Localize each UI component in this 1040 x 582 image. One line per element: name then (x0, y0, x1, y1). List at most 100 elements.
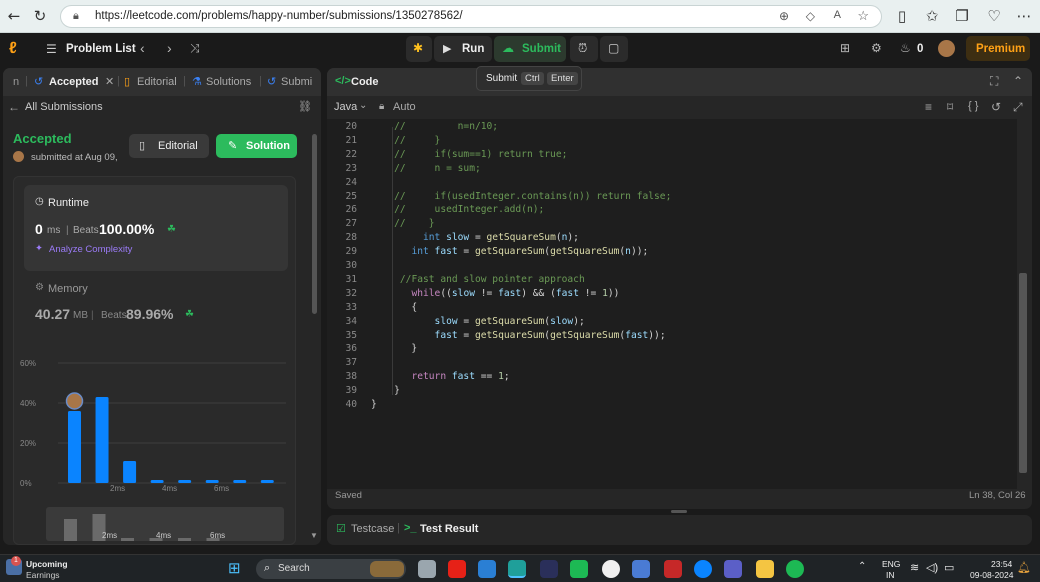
widget-title[interactable]: Upcoming (26, 559, 68, 569)
leetcode-logo-icon[interactable]: ℓ (9, 40, 25, 58)
runtime-bar[interactable] (205, 480, 219, 483)
zoom-icon[interactable]: ⊕ (779, 9, 789, 23)
streak-fire-icon[interactable]: ♨ (900, 41, 911, 55)
clock-icon: ◷ (35, 196, 44, 207)
vscode-icon[interactable] (478, 560, 496, 578)
next-problem-icon[interactable]: › (167, 40, 172, 56)
notification-bell-icon[interactable]: 🔔︎ (1017, 561, 1031, 574)
language-select[interactable]: Java (334, 101, 357, 113)
tab-accepted[interactable]: Accepted (49, 76, 99, 88)
language-indicator[interactable]: ENG (882, 559, 900, 569)
layout-icon[interactable]: ⊞ (840, 41, 850, 55)
editorial-button[interactable]: ▯ Editorial (129, 134, 209, 158)
tab-testcase[interactable]: Testcase (351, 523, 394, 535)
youtube-icon[interactable] (448, 560, 466, 578)
browser-essentials-icon[interactable]: ♡ (984, 6, 1004, 26)
favorite-star-icon[interactable]: ☆ (857, 8, 869, 24)
volume-icon[interactable]: ◁) (926, 561, 938, 574)
runtime-bar[interactable] (233, 480, 247, 483)
teams-icon[interactable] (724, 560, 742, 578)
prev-problem-icon[interactable]: ‹ (140, 40, 145, 56)
settings-gear-icon[interactable]: ⚙ (871, 41, 882, 55)
clock-time[interactable]: 23:54 (991, 559, 1012, 569)
scroll-down-icon[interactable]: ▼ (310, 531, 318, 540)
intellij-icon[interactable] (540, 560, 558, 578)
back-arrow-icon[interactable]: ← (8, 100, 20, 114)
analyze-complexity-link[interactable]: Analyze Complexity (49, 244, 132, 255)
chrome-icon[interactable] (602, 560, 620, 578)
share-link-icon[interactable]: ⛓ (298, 100, 312, 113)
panel-splitter[interactable] (671, 510, 687, 513)
braces-icon[interactable]: { } (968, 100, 978, 112)
battery-icon[interactable]: ▭ (944, 561, 954, 574)
left-scrollbar[interactable] (312, 134, 317, 314)
premium-button[interactable]: Premium (966, 36, 1030, 61)
chip-icon: ⚙ (35, 282, 44, 293)
avatar[interactable] (938, 40, 955, 57)
line-number: 31 (345, 273, 357, 285)
leaf-icon: ☘ (185, 309, 194, 320)
photos-icon[interactable] (632, 560, 650, 578)
code-tab-title[interactable]: Code (351, 76, 379, 88)
more-menu-icon[interactable]: ⋯ (1014, 6, 1034, 26)
submitted-at: submitted at Aug 09, (31, 152, 118, 163)
your-submission-avatar[interactable] (65, 392, 84, 410)
runtime-bar[interactable] (150, 480, 164, 483)
taskbar-search[interactable]: ⌕ Search (256, 559, 406, 579)
spotify-icon[interactable] (786, 560, 804, 578)
runtime-bar[interactable] (178, 480, 192, 483)
read-aloud-icon[interactable]: A (834, 9, 841, 21)
close-tab-icon[interactable]: ✕ (105, 75, 114, 88)
collapse-icon[interactable]: ⌃ (1013, 74, 1023, 88)
tab-description-partial[interactable]: n (13, 76, 19, 88)
tab-test-result[interactable]: Test Result (420, 523, 478, 535)
extension-icon[interactable]: ◇ (806, 9, 815, 23)
folder-icon[interactable] (756, 560, 774, 578)
terminal-icon: >_ (404, 522, 417, 534)
problem-list-link[interactable]: Problem List (66, 43, 136, 55)
runtime-bar[interactable] (95, 397, 109, 483)
editor-scrollbar[interactable] (1019, 273, 1027, 473)
overview-mini-chart[interactable]: 2ms 4ms 6ms (46, 501, 286, 541)
lock-icon: 🔒︎ (379, 101, 385, 112)
submit-button[interactable]: ☁ Submit (494, 36, 566, 62)
back-icon[interactable]: ← (4, 6, 24, 26)
edge-icon[interactable] (508, 560, 526, 578)
tab-solutions[interactable]: Solutions (206, 76, 251, 88)
memory-card[interactable]: ⚙ Memory 40.27 MB | Beats 89.96% ☘ (24, 277, 288, 337)
auto-mode[interactable]: Auto (393, 101, 416, 113)
runtime-bar[interactable] (123, 461, 137, 483)
solution-button[interactable]: ✎ Solution (216, 134, 297, 158)
timer-button[interactable]: ⏰︎ (570, 36, 598, 62)
wifi-icon[interactable]: ≋ (910, 561, 919, 574)
mcafee-icon[interactable] (664, 560, 682, 578)
split-screen-icon[interactable]: ▯ (892, 6, 912, 26)
collections-icon[interactable]: ❐ (952, 6, 972, 26)
address-bar[interactable]: 🔒︎ https://leetcode.com/problems/happy-n… (60, 5, 882, 28)
shuffle-icon[interactable]: ⤨ (190, 41, 200, 56)
tab-submissions[interactable]: Submi (281, 76, 312, 88)
chevron-down-icon[interactable]: ⌄ (359, 100, 367, 111)
line-number: 28 (345, 232, 357, 244)
bookmark-icon[interactable]: ⌑ (947, 100, 953, 114)
all-submissions-link[interactable]: All Submissions (25, 101, 103, 113)
debug-button[interactable]: ✱ (406, 36, 432, 62)
notes-button[interactable]: ▢ (600, 36, 628, 62)
run-button[interactable]: ▶ Run (434, 36, 492, 62)
code-editor[interactable]: 20 // n=n/10; 21 // } 22 // if(sum==1) ret… (327, 119, 1017, 489)
runtime-bar[interactable] (68, 411, 81, 483)
file-explorer-icon[interactable] (418, 560, 436, 578)
format-icon[interactable]: ≡ (925, 100, 932, 114)
favorites-icon[interactable]: ✩ (922, 6, 942, 26)
reset-icon[interactable]: ↺ (991, 100, 1001, 114)
pycharm-icon[interactable] (570, 560, 588, 578)
tray-chevron-icon[interactable]: ⌃ (858, 561, 866, 572)
cortana-icon[interactable] (694, 560, 712, 578)
maximize-icon[interactable]: ⛶ (990, 74, 998, 89)
windows-start-icon[interactable]: ⊞ (228, 559, 241, 577)
refresh-icon[interactable]: ↻ (30, 6, 50, 26)
tab-editorial[interactable]: Editorial (137, 76, 177, 88)
runtime-bar[interactable] (260, 480, 274, 483)
runtime-card[interactable]: ◷ Runtime 0 ms | Beats 100.00% ☘ ✦ Analy… (24, 185, 288, 271)
expand-icon[interactable]: ⤢ (1013, 100, 1023, 115)
